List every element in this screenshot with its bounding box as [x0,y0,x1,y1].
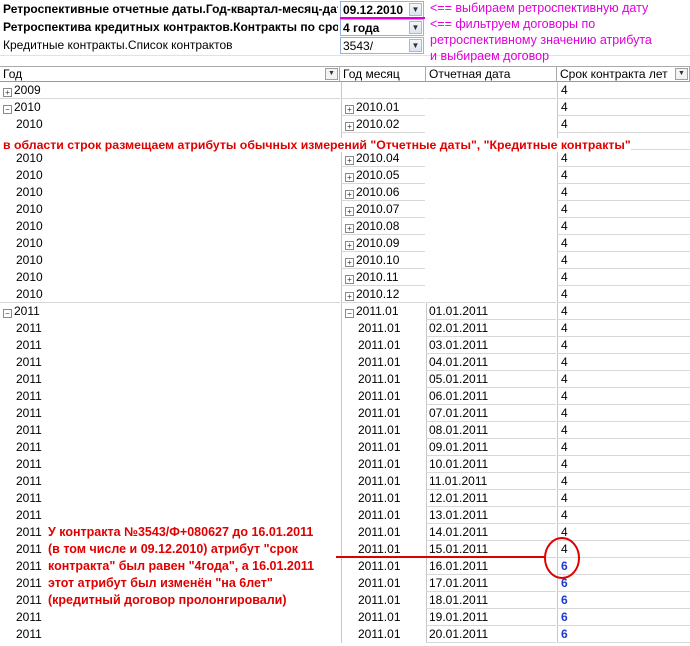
annotation-overlay [336,537,580,579]
annotation-circle [544,537,580,579]
